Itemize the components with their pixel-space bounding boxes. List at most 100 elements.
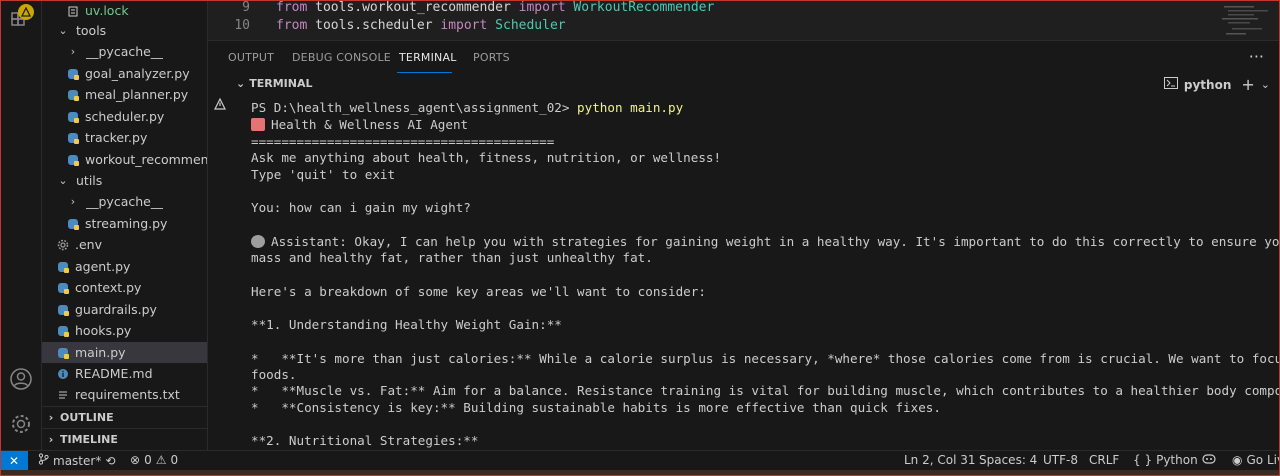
tab-debug-console[interactable]: DEBUG CONSOLE	[292, 51, 391, 64]
tree-item-workout-recommender[interactable]: workout_recommen...	[42, 149, 208, 170]
class-name: Scheduler	[487, 17, 566, 33]
terminal-shell-icon[interactable]	[1163, 77, 1178, 92]
shell-name[interactable]: python	[1184, 78, 1231, 92]
terminal-line: ========================================	[251, 134, 555, 149]
tree-item-readme[interactable]: README.md	[42, 363, 207, 384]
warning-icon: ⚠	[155, 453, 167, 467]
terminal-prompt-line: PS D:\health_wellness_agent\assignment_0…	[251, 99, 683, 116]
tree-item-label: .env	[75, 237, 102, 252]
git-branch[interactable]: master* ⟲	[38, 453, 115, 468]
terminal-line: mass and healthy fat, rather than just u…	[251, 250, 653, 265]
go-live-label: Go Liv	[1246, 453, 1280, 467]
tree-item-label: uv.lock	[85, 3, 129, 18]
terminal-side-gutter: ›	[208, 74, 232, 450]
tree-folder-pycache-utils[interactable]: › __pycache__	[42, 191, 207, 212]
tree-item-label: __pycache__	[86, 194, 164, 209]
terminal-line: Assistant: Okay, I can help you with str…	[251, 233, 1280, 250]
tree-item-label: scheduler.py	[85, 109, 165, 124]
go-live-button[interactable]: ◉Go Liv	[1232, 453, 1280, 467]
encoding[interactable]: UTF-8	[1043, 453, 1078, 467]
activity-bar	[0, 0, 42, 450]
health-emoji-icon	[251, 118, 265, 131]
tree-item-main[interactable]: main.py	[42, 342, 207, 363]
keyword: import	[440, 17, 488, 33]
new-terminal-plus-icon[interactable]: +	[1241, 75, 1254, 94]
tree-item-goal-analyzer[interactable]: goal_analyzer.py	[42, 63, 207, 84]
tree-item-context[interactable]: context.py	[42, 277, 207, 298]
tree-item-env[interactable]: .env	[42, 234, 207, 255]
tree-folder-tools[interactable]: ⌄ tools	[42, 20, 207, 41]
warning-icon[interactable]	[214, 97, 226, 113]
terminal-line: Health & Wellness AI Agent	[251, 116, 468, 133]
warning-badge-icon	[18, 4, 34, 20]
code-line: 9 from tools.workout_recommender import W…	[208, 0, 714, 16]
tree-item-label: utils	[76, 173, 103, 188]
tree-item-label: workout_recommen...	[85, 152, 208, 167]
terminal-line: **2. Nutritional Strategies:**	[251, 433, 479, 448]
sync-icon[interactable]: ⟲	[105, 454, 115, 468]
terminal-line: Type 'quit' to exit	[251, 167, 396, 182]
copilot-icon[interactable]	[1202, 453, 1216, 465]
tab-ports[interactable]: PORTS	[473, 51, 510, 64]
tree-item-label: goal_analyzer.py	[85, 66, 190, 81]
more-actions-icon[interactable]: ···	[1249, 47, 1264, 66]
chevron-down-icon[interactable]: ⌄	[1261, 78, 1270, 91]
indentation[interactable]: Spaces: 4	[979, 453, 1037, 467]
account-icon[interactable]	[7, 365, 35, 393]
braces-icon: { }	[1133, 453, 1153, 467]
tree-item-hooks[interactable]: hooks.py	[42, 320, 207, 341]
chevron-down-icon: ⌄	[58, 174, 68, 187]
outline-label: OUTLINE	[60, 411, 114, 424]
taskbar-edge	[0, 470, 1280, 476]
python-file-icon	[56, 324, 70, 338]
command: python main.py	[577, 100, 684, 115]
python-file-icon	[66, 110, 80, 124]
line-number: 10	[234, 17, 250, 33]
chevron-right-icon: ›	[70, 195, 76, 208]
code-editor[interactable]: 9 from tools.workout_recommender import W…	[208, 0, 1280, 40]
tree-folder-utils[interactable]: ⌄ utils	[42, 170, 207, 191]
line-number: 9	[242, 0, 250, 15]
tree-folder-pycache[interactable]: › __pycache__	[42, 41, 207, 62]
timeline-section-header[interactable]: › TIMELINE	[42, 428, 207, 450]
module-name: tools.workout_recommender	[307, 0, 519, 15]
tree-item-label: main.py	[75, 345, 126, 360]
python-file-icon	[56, 260, 70, 274]
python-file-icon	[56, 303, 70, 317]
python-file-icon	[66, 67, 80, 81]
tree-item-uv-lock[interactable]: uv.lock U	[42, 0, 207, 21]
tree-item-label: __pycache__	[86, 44, 164, 59]
info-file-icon	[56, 367, 70, 381]
tab-terminal[interactable]: TERMINAL	[399, 51, 457, 64]
keyword: from	[276, 17, 308, 33]
cursor-position[interactable]: Ln 2, Col 31	[904, 453, 976, 467]
tree-item-scheduler[interactable]: scheduler.py	[42, 106, 207, 127]
problems-indicator[interactable]: ⊗ 0 ⚠ 0	[130, 453, 178, 467]
python-file-icon	[66, 131, 80, 145]
tree-item-tracker[interactable]: tracker.py	[42, 127, 207, 148]
tree-item-meal-planner[interactable]: meal_planner.py	[42, 84, 207, 105]
minimap[interactable]	[1214, 2, 1274, 38]
warning-count: 0	[170, 453, 179, 467]
tree-item-label: guardrails.py	[75, 302, 157, 317]
terminal-line: **1. Understanding Healthy Weight Gain:*…	[251, 317, 562, 332]
tree-item-requirements[interactable]: requirements.txt	[42, 384, 207, 405]
tab-output[interactable]: OUTPUT	[228, 51, 274, 64]
language-mode[interactable]: { } Python	[1133, 453, 1198, 467]
keyword: import	[518, 0, 566, 15]
remote-indicator-icon[interactable]: ✕	[0, 451, 28, 470]
robot-emoji-icon	[251, 235, 265, 248]
settings-gear-icon[interactable]	[7, 410, 35, 438]
python-file-icon	[56, 281, 70, 295]
terminal-output[interactable]: PS D:\health_wellness_agent\assignment_0…	[232, 94, 1280, 450]
tree-item-agent[interactable]: agent.py	[42, 256, 207, 277]
tree-item-guardrails[interactable]: guardrails.py	[42, 299, 207, 320]
timeline-label: TIMELINE	[60, 433, 118, 446]
terminal-text: Health & Wellness AI Agent	[271, 117, 469, 132]
terminal-header: ⌄ TERMINAL	[236, 77, 312, 90]
python-file-icon	[66, 217, 80, 231]
terminal-section-header[interactable]: ⌄ TERMINAL python + ⌄	[208, 74, 1280, 94]
tree-item-streaming[interactable]: streaming.py	[42, 213, 207, 234]
line-ending[interactable]: CRLF	[1089, 453, 1119, 467]
outline-section-header[interactable]: › OUTLINE	[42, 406, 207, 428]
